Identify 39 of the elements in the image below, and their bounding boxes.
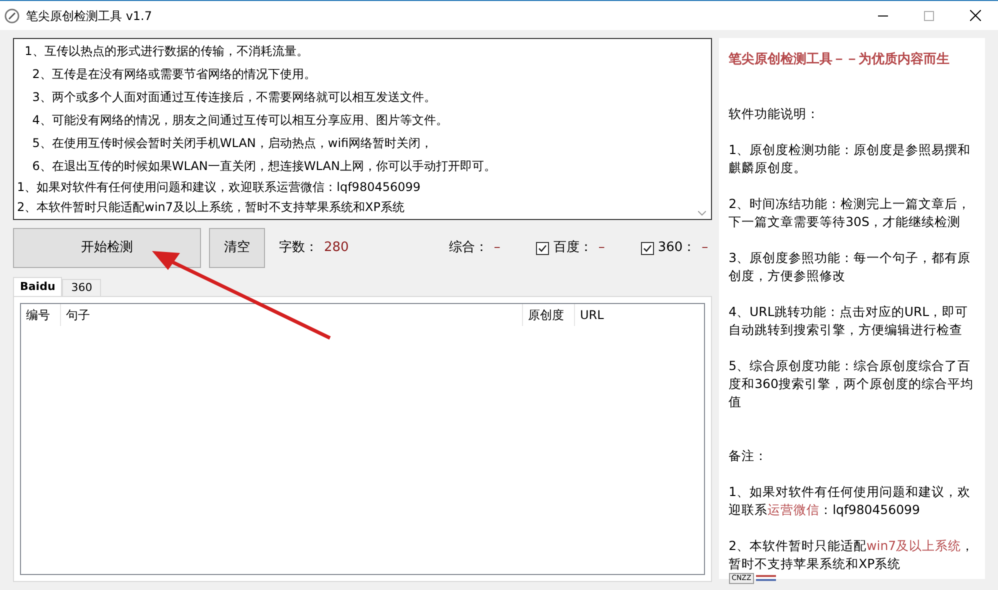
- scroll-down-icon[interactable]: [698, 211, 706, 216]
- checkbox[interactable]: [536, 242, 550, 254]
- info-paragraph: 4、URL跳转功能：点击对应的URL，即可自动跳转到搜索引擎，方便编辑进行检查: [728, 303, 970, 339]
- stat-label: 百度：: [553, 239, 592, 258]
- close-icon: [970, 10, 980, 21]
- tab[interactable]: Baidu: [13, 277, 62, 296]
- text-line: 6、在退出互传的时候如果WLAN一直关闭，想连接WLAN上网，你可以手动打开即可。: [31, 158, 496, 175]
- stat-label: 综合：: [448, 239, 488, 258]
- info-paragraph: 1、原创度检测功能：原创度是参照易撰和麒麟原创度。: [728, 141, 972, 177]
- stripes-icon: [756, 575, 776, 582]
- info-paragraph: 2、本软件暂时只能适配win7及以上系统，暂时不支持苹果系统和XP系统: [728, 537, 975, 573]
- stat-label: 360：: [658, 239, 696, 258]
- info-paragraph: 5、综合原创度功能：综合原创度综合了百度和360搜索引擎，两个原创度的综合平均值: [728, 357, 974, 411]
- clear-button[interactable]: 清空: [209, 228, 265, 268]
- text-line: 1、互传以热点的形式进行数据的传输，不消耗流量。: [24, 43, 308, 60]
- text-line: 1、如果对软件有任何使用问题和建议，欢迎联系运营微信：lqf980456099: [16, 179, 421, 196]
- info-paragraph: 备注：: [728, 447, 769, 465]
- text-line: 5、在使用互传时候会暂时关闭手机WLAN，启动热点，wifi网络暂时关闭，: [31, 135, 433, 152]
- stat-label: 字数：: [279, 239, 318, 258]
- info-paragraph: 3、原创度参照功能：每一个句子，都有原创度，方便参照修改: [728, 249, 972, 285]
- stat-value: –: [702, 239, 708, 258]
- info-heading: 笔尖原创检测工具－－为优质内容而生: [728, 51, 951, 69]
- maximize-icon: [924, 10, 934, 20]
- text-line: 2、本软件暂时只能适配win7及以上系统，暂时不支持苹果系统和XP系统: [16, 199, 404, 216]
- info-paragraph: 软件功能说明：: [728, 105, 821, 123]
- stat-value: –: [494, 239, 500, 258]
- text-area[interactable]: [13, 38, 712, 220]
- app-icon: [4, 8, 20, 24]
- checkbox[interactable]: [640, 242, 654, 254]
- window-title: 笔尖原创检测工具 v1.7: [26, 8, 152, 24]
- stat-value: 280: [324, 239, 349, 258]
- text-line: 3、两个或多个人面对面通过互传连接后，不需要网络就可以相互发送文件。: [31, 89, 436, 106]
- text-line: 2、互传是在没有网络或需要节省网络的情况下使用。: [31, 66, 316, 83]
- info-paragraph: 1、如果对软件有任何使用问题和建议，欢迎联系运营微信：lqf980456099: [728, 483, 972, 519]
- text-line: 4、可能没有网络的情况，朋友之间通过互传可以相互分享应用、图片等文件。: [31, 112, 448, 129]
- info-paragraph: 2、时间冻结功能：检测完上一篇文章后，下一篇文章需要等待30S，才能继续检测: [728, 195, 972, 231]
- tab[interactable]: 360: [62, 279, 102, 296]
- start-check-button[interactable]: 开始检测: [13, 228, 201, 268]
- stat-value: –: [598, 239, 605, 258]
